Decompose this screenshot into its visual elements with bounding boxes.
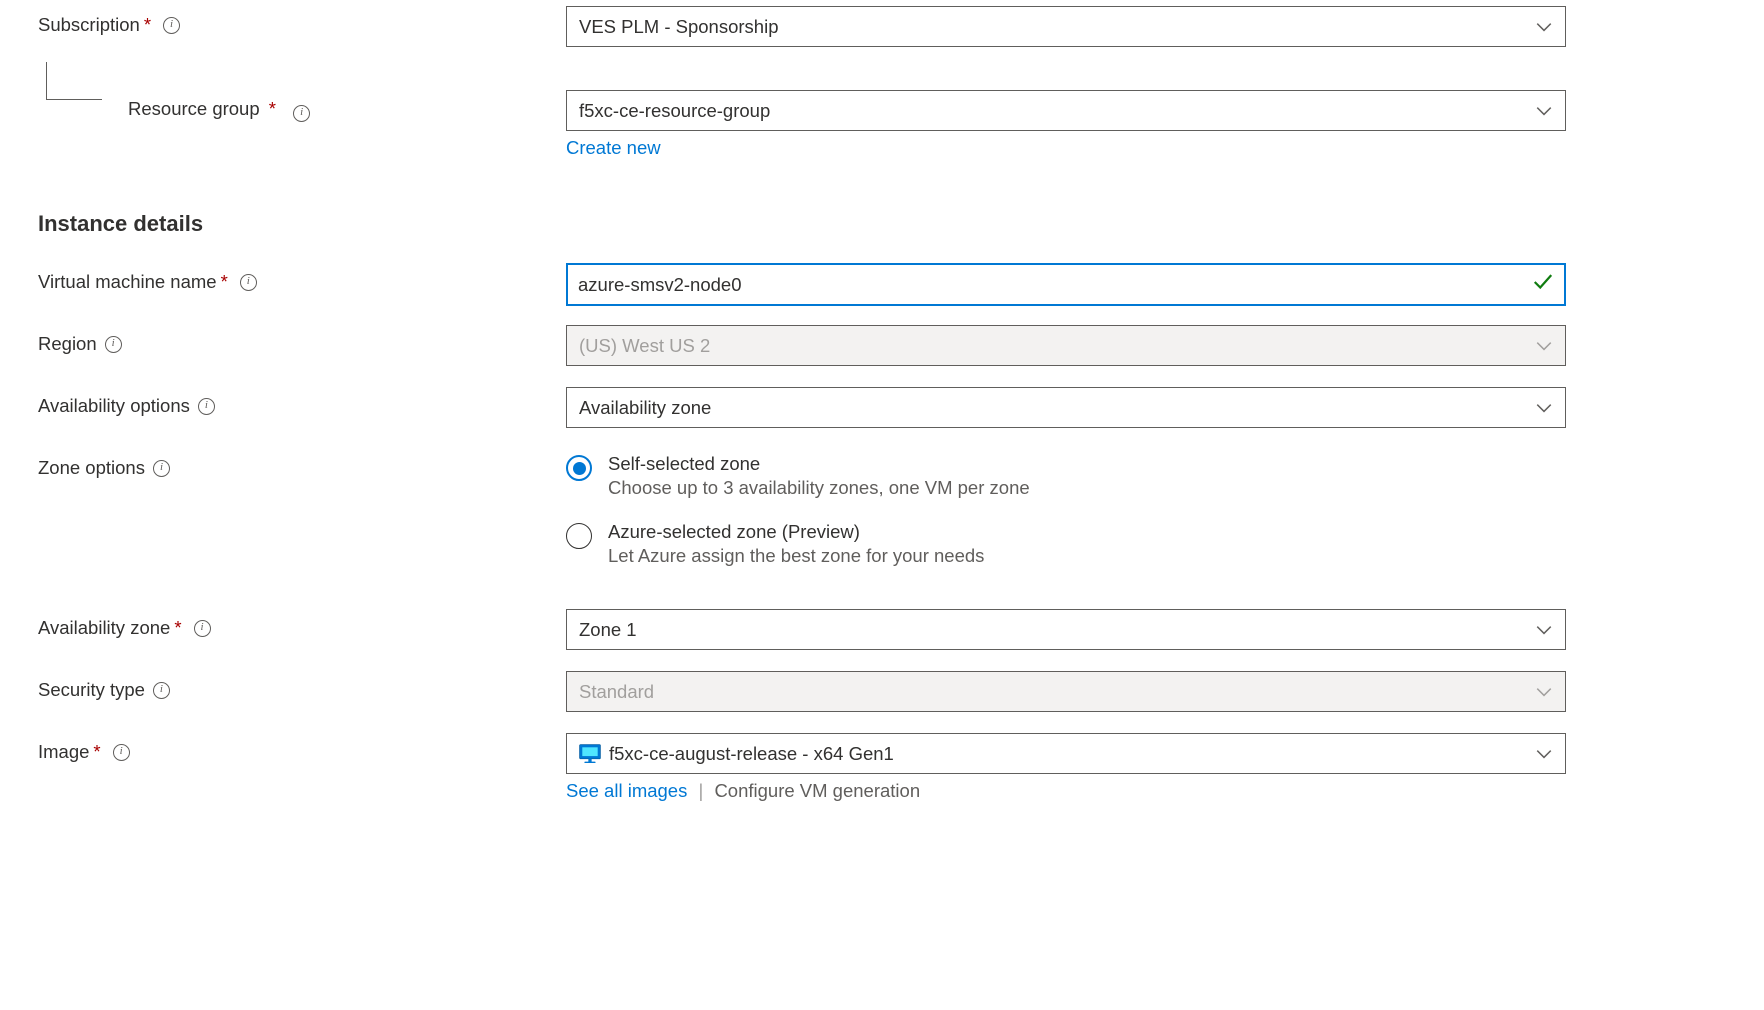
info-icon[interactable]: i: [240, 274, 257, 291]
info-icon[interactable]: i: [113, 744, 130, 761]
radio-selected-icon: [566, 455, 592, 481]
vm-name-input[interactable]: [578, 274, 1532, 296]
required-indicator: *: [221, 271, 228, 293]
subscription-select[interactable]: VES PLM - Sponsorship: [566, 6, 1566, 47]
required-indicator: *: [93, 741, 100, 763]
required-indicator: *: [174, 617, 181, 639]
vm-name-label: Virtual machine name: [38, 271, 217, 293]
required-indicator: *: [144, 14, 151, 36]
vm-icon: [579, 744, 601, 764]
info-icon[interactable]: i: [163, 17, 180, 34]
region-select: (US) West US 2: [566, 325, 1566, 366]
radio-title: Self-selected zone: [608, 453, 1030, 475]
image-value: f5xc-ce-august-release - x64 Gen1: [609, 743, 1525, 765]
security-type-value: Standard: [579, 681, 1525, 703]
resource-group-label: Resource group: [128, 98, 260, 119]
info-icon[interactable]: i: [105, 336, 122, 353]
instance-details-heading: Instance details: [38, 211, 1726, 237]
zone-option-self-selected[interactable]: Self-selected zone Choose up to 3 availa…: [566, 453, 1566, 499]
info-icon[interactable]: i: [293, 105, 310, 122]
resource-group-value: f5xc-ce-resource-group: [579, 100, 1525, 122]
configure-vm-generation-link[interactable]: Configure VM generation: [714, 780, 920, 801]
chevron-down-icon: [1525, 105, 1553, 117]
zone-option-azure-selected[interactable]: Azure-selected zone (Preview) Let Azure …: [566, 521, 1566, 567]
chevron-down-icon: [1525, 748, 1553, 760]
zone-options-label: Zone options: [38, 457, 145, 479]
info-icon[interactable]: i: [198, 398, 215, 415]
chevron-down-icon: [1525, 340, 1553, 352]
info-icon[interactable]: i: [194, 620, 211, 637]
availability-options-select[interactable]: Availability zone: [566, 387, 1566, 428]
chevron-down-icon: [1525, 21, 1553, 33]
divider: |: [698, 780, 703, 801]
availability-options-value: Availability zone: [579, 397, 1525, 419]
info-icon[interactable]: i: [153, 682, 170, 699]
chevron-down-icon: [1525, 402, 1553, 414]
radio-title: Azure-selected zone (Preview): [608, 521, 984, 543]
resource-group-select[interactable]: f5xc-ce-resource-group: [566, 90, 1566, 131]
region-label: Region: [38, 333, 97, 355]
required-indicator: *: [269, 98, 276, 119]
availability-zone-label: Availability zone: [38, 617, 170, 639]
info-icon[interactable]: i: [153, 460, 170, 477]
chevron-down-icon: [1525, 686, 1553, 698]
create-new-link[interactable]: Create new: [566, 137, 661, 159]
image-label: Image: [38, 741, 89, 763]
radio-desc: Choose up to 3 availability zones, one V…: [608, 477, 1030, 499]
radio-unselected-icon: [566, 523, 592, 549]
availability-zone-select[interactable]: Zone 1: [566, 609, 1566, 650]
security-type-select: Standard: [566, 671, 1566, 712]
image-select[interactable]: f5xc-ce-august-release - x64 Gen1: [566, 733, 1566, 774]
check-icon: [1532, 271, 1554, 298]
subscription-value: VES PLM - Sponsorship: [579, 16, 1525, 38]
radio-desc: Let Azure assign the best zone for your …: [608, 545, 984, 567]
chevron-down-icon: [1525, 624, 1553, 636]
region-value: (US) West US 2: [579, 335, 1525, 357]
vm-name-input-wrap[interactable]: [566, 263, 1566, 306]
availability-options-label: Availability options: [38, 395, 190, 417]
tree-indent-icon: [46, 62, 102, 100]
security-type-label: Security type: [38, 679, 145, 701]
availability-zone-value: Zone 1: [579, 619, 1525, 641]
subscription-label: Subscription: [38, 14, 140, 36]
see-all-images-link[interactable]: See all images: [566, 780, 687, 802]
